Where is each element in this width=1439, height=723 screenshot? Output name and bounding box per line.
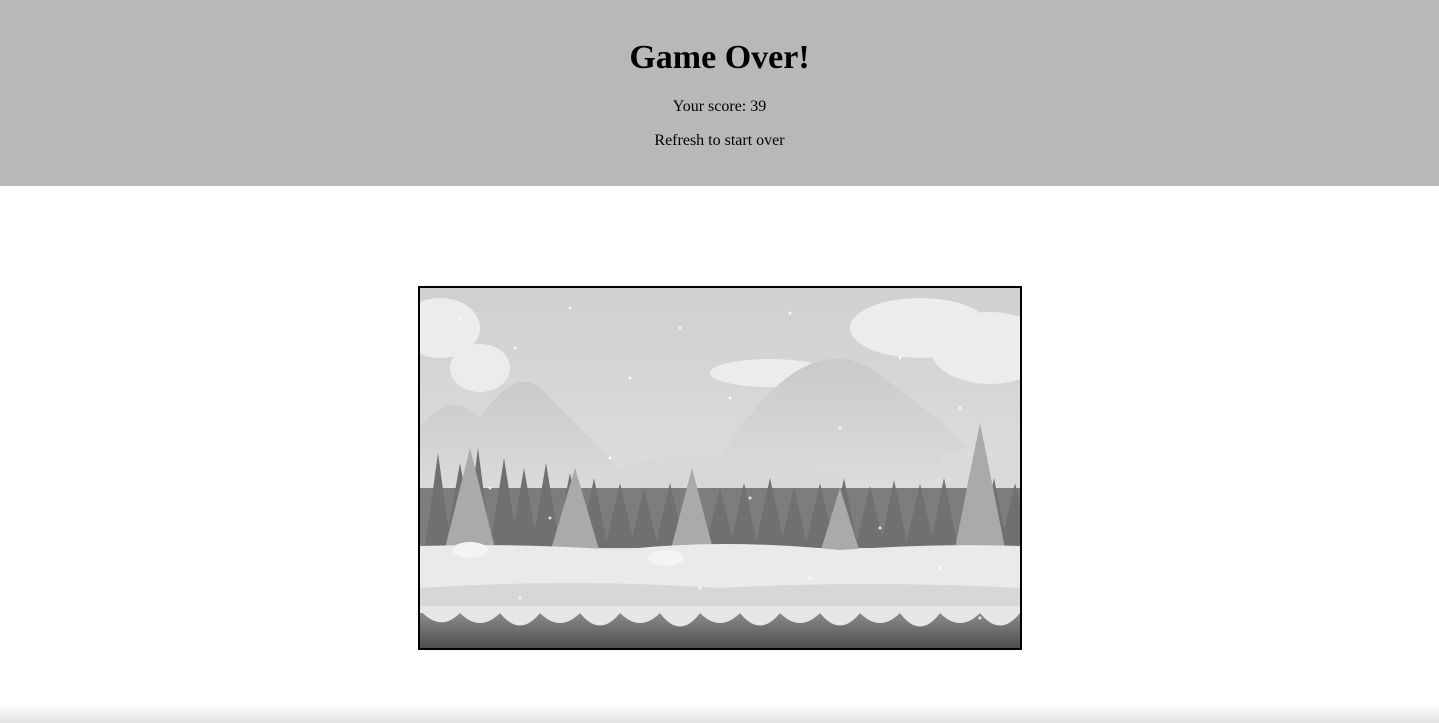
rock-ledge: [420, 606, 1020, 648]
game-over-title: Game Over!: [629, 39, 810, 76]
game-over-banner: Game Over! Your score: 39 Refresh to sta…: [0, 0, 1439, 186]
restart-hint: Refresh to start over: [654, 132, 785, 149]
final-score: Your score: 39: [672, 98, 767, 115]
game-canvas[interactable]: [418, 286, 1022, 650]
snowy-forest-scene: [420, 288, 1020, 648]
bottom-edge-shadow: [0, 703, 1439, 723]
